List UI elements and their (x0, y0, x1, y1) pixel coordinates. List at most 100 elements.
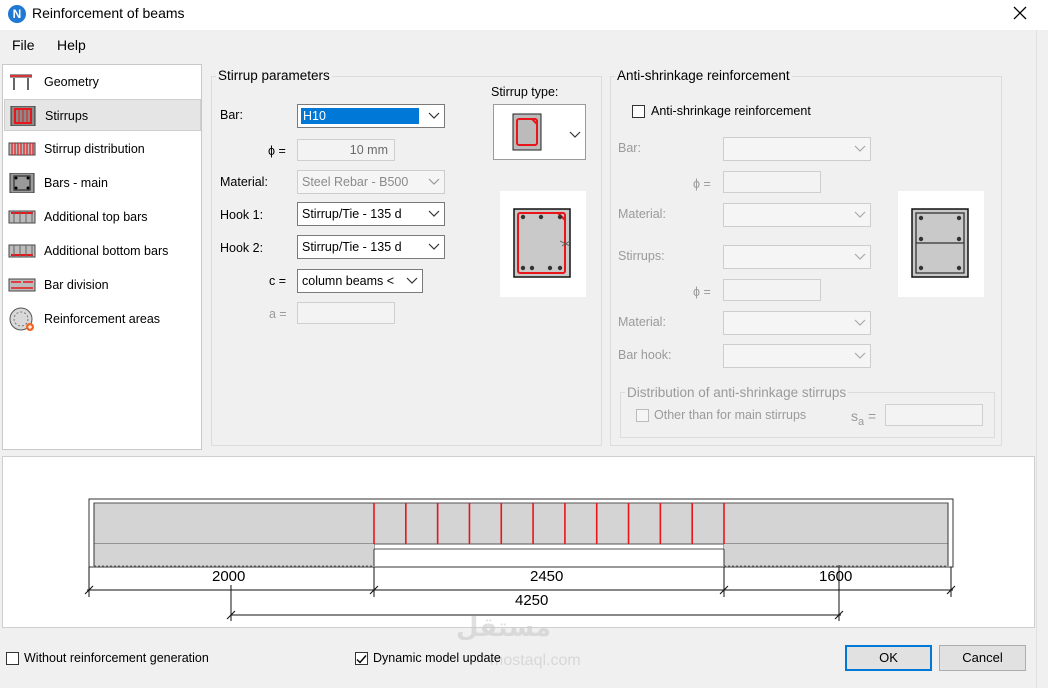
chevron-down-icon (569, 131, 581, 138)
nav-item-bar-division[interactable]: Bar division (4, 269, 201, 301)
title-bar: N Reinforcement of beams (0, 0, 1048, 30)
window-title: Reinforcement of beams (32, 5, 185, 21)
nav-label: Bars - main (44, 176, 108, 190)
c-value: column beams < (302, 274, 395, 288)
stirrup-type-label: Stirrup type: (491, 85, 559, 99)
bars-main-icon (9, 173, 35, 193)
nav-label: Stirrups (45, 109, 89, 123)
anti-shrinkage-checkbox[interactable] (632, 105, 645, 118)
a-label: a = (269, 307, 287, 321)
nav-label: Geometry (44, 75, 99, 89)
anti-bar-label: Bar: (618, 141, 641, 155)
without-reinforcement-checkbox[interactable] (6, 652, 19, 665)
anti-material1-combo[interactable] (723, 203, 871, 227)
chevron-down-icon (854, 319, 866, 326)
bar-value: H10 (301, 108, 419, 124)
material-label: Material: (220, 175, 268, 189)
anti-stirrups-label: Stirrups: (618, 249, 665, 263)
additional-top-bars-icon (8, 210, 36, 224)
nav-item-stirrups[interactable]: Stirrups (4, 99, 201, 131)
other-than-main-label: Other than for main stirrups (654, 408, 807, 422)
close-icon (1013, 6, 1027, 20)
a-field[interactable] (297, 302, 395, 324)
chevron-down-icon (428, 112, 440, 119)
other-than-main-checkbox[interactable] (636, 409, 649, 422)
material-value: Steel Rebar - B500 (302, 175, 409, 189)
chevron-down-icon (428, 178, 440, 185)
nav-item-bars-main[interactable]: Bars - main (4, 167, 201, 199)
hook2-label: Hook 2: (220, 241, 264, 255)
anti-section-image (911, 208, 969, 278)
nav-item-geometry[interactable]: Geometry (4, 66, 201, 98)
hook1-label: Hook 1: (220, 208, 264, 222)
anti-hook-label: Bar hook: (618, 348, 672, 362)
phi-label: ϕ = (268, 144, 286, 158)
anti-material2-combo[interactable] (723, 311, 871, 335)
dim-total: 4250 (515, 592, 549, 609)
anti-shrinkage-title: Anti-shrinkage reinforcement (615, 68, 792, 83)
anti-phi1-field[interactable] (723, 171, 821, 193)
hook1-combo[interactable]: Stirrup/Tie - 135 d (297, 202, 445, 226)
reinforcement-areas-icon (9, 307, 34, 331)
nav-item-additional-bottom-bars[interactable]: Additional bottom bars (4, 235, 201, 267)
c-combo[interactable]: column beams < (297, 269, 423, 293)
anti-phi2-label: ϕ = (693, 285, 711, 299)
hook1-value: Stirrup/Tie - 135 d (302, 207, 402, 221)
stirrup-section-preview (500, 191, 586, 297)
checkmark-icon (356, 655, 367, 664)
anti-stirrups-combo[interactable] (723, 245, 871, 269)
watermark-logo: مستقل (456, 612, 552, 642)
nav-item-stirrup-distribution[interactable]: Stirrup distribution (4, 133, 201, 165)
phi-field[interactable]: 10 mm (297, 139, 395, 161)
c-label: c = (269, 274, 287, 288)
anti-phi1-label: ϕ = (693, 177, 711, 191)
additional-bottom-bars-icon (8, 244, 36, 258)
stirrup-type-combo[interactable] (493, 104, 586, 160)
stirrups-icon (10, 106, 36, 126)
nav-item-additional-top-bars[interactable]: Additional top bars (4, 201, 201, 233)
menu-file[interactable]: File (12, 37, 35, 53)
chevron-down-icon (854, 253, 866, 260)
hook2-value: Stirrup/Tie - 135 d (302, 240, 402, 254)
watermark-url: mostaql.com (490, 652, 581, 669)
nav-item-reinforcement-areas[interactable]: Reinforcement areas (4, 303, 201, 335)
sa-label: sa = (851, 408, 877, 428)
hook2-combo[interactable]: Stirrup/Tie - 135 d (297, 235, 445, 259)
bar-combo[interactable]: H10 (297, 104, 445, 128)
anti-shrinkage-checkbox-label: Anti-shrinkage reinforcement (651, 104, 811, 118)
stirrup-type-icon (512, 113, 542, 151)
anti-hook-combo[interactable] (723, 344, 871, 368)
cancel-button[interactable]: Cancel (939, 645, 1026, 671)
menu-bar: File Help (0, 32, 1036, 58)
anti-distribution-title: Distribution of anti-shrinkage stirrups (625, 385, 849, 400)
beam-preview-panel: 2000 2450 1600 4250 (2, 456, 1035, 628)
nav-label: Additional top bars (44, 210, 148, 224)
dynamic-update-checkbox[interactable] (355, 652, 368, 665)
material-combo[interactable]: Steel Rebar - B500 (297, 170, 445, 194)
section-nav: Geometry Stirrups Stirrup distribution B… (2, 64, 202, 450)
bar-division-icon (8, 278, 36, 292)
stirrup-distribution-icon (8, 142, 36, 156)
chevron-down-icon (428, 210, 440, 217)
nav-label: Bar division (44, 278, 109, 292)
dim-left: 2000 (212, 568, 246, 585)
close-button[interactable] (1005, 0, 1035, 26)
dim-middle: 2450 (530, 568, 564, 585)
nav-label: Reinforcement areas (44, 312, 161, 326)
ok-button[interactable]: OK (845, 645, 932, 671)
anti-material2-label: Material: (618, 315, 666, 329)
chevron-down-icon (406, 277, 418, 284)
beam-section-image (513, 208, 571, 278)
anti-phi2-field[interactable] (723, 279, 821, 301)
without-reinforcement-label: Without reinforcement generation (24, 651, 209, 665)
menu-help[interactable]: Help (57, 37, 86, 53)
geometry-icon (10, 74, 32, 90)
anti-section-preview (898, 191, 984, 297)
chevron-down-icon (854, 352, 866, 359)
sa-field[interactable] (885, 404, 983, 426)
dynamic-update-label: Dynamic model update (373, 651, 501, 665)
phi-value: 10 mm (349, 143, 388, 157)
anti-bar-combo[interactable] (723, 137, 871, 161)
right-edge-strip (1036, 30, 1048, 688)
anti-material1-label: Material: (618, 207, 666, 221)
